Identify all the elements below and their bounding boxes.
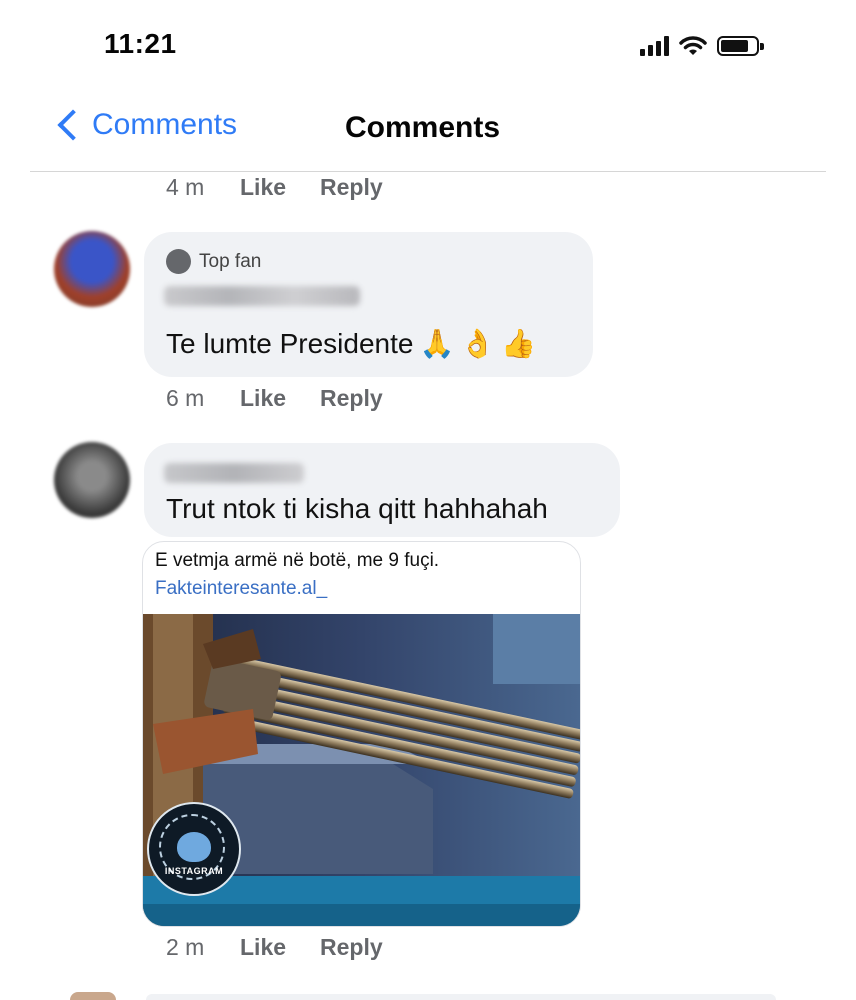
nav-divider xyxy=(30,171,826,172)
shared-image-card[interactable]: E vetmja armë në botë, me 9 fuçi. Faktei… xyxy=(142,541,581,927)
comment-meta: 2 m Like Reply xyxy=(166,934,383,961)
comment-text: Trut ntok ti kisha qitt hahhahah xyxy=(166,493,548,524)
top-fan-badge: Top fan xyxy=(166,249,261,274)
comment-meta: 6 m Like Reply xyxy=(166,385,383,412)
comment-text: Te lumte Presidente xyxy=(166,328,414,359)
status-icons xyxy=(640,32,764,60)
shared-source-link[interactable]: Fakteinteresante.al_ xyxy=(155,578,327,600)
comment-time: 6 m xyxy=(166,385,205,411)
comment-bubble xyxy=(146,994,776,1000)
page-title: Comments xyxy=(345,111,501,144)
commenter-name-blurred[interactable] xyxy=(164,463,304,483)
badge-icon xyxy=(166,249,191,274)
brain-icon xyxy=(177,832,211,862)
chevron-left-icon xyxy=(57,109,89,141)
folded-hands-emoji-icon: 🙏 xyxy=(419,328,455,359)
battery-icon xyxy=(717,36,764,56)
thumbs-up-emoji-icon: 👍 xyxy=(501,328,537,359)
comment-meta: 4 m Like Reply xyxy=(166,174,383,201)
like-button[interactable]: Like xyxy=(240,934,320,961)
status-time: 11:21 xyxy=(104,28,177,59)
like-button[interactable]: Like xyxy=(240,174,320,201)
watermark-text: INSTAGRAM xyxy=(164,866,224,876)
avatar[interactable] xyxy=(54,442,130,518)
shared-caption: E vetmja armë në botë, me 9 fuçi. xyxy=(155,550,440,571)
comment-bubble: Trut ntok ti kisha qitt hahhahah xyxy=(144,443,620,537)
comment-time: 2 m xyxy=(166,934,205,960)
cellular-signal-icon xyxy=(640,36,669,56)
back-button[interactable]: Comments xyxy=(52,108,237,142)
instagram-watermark-logo: INSTAGRAM xyxy=(147,802,241,896)
like-button[interactable]: Like xyxy=(240,385,320,412)
reply-button[interactable]: Reply xyxy=(320,934,383,961)
avatar[interactable] xyxy=(54,231,130,307)
wifi-icon xyxy=(679,36,707,55)
ok-hand-emoji-icon: 👌 xyxy=(460,328,496,359)
reply-button[interactable]: Reply xyxy=(320,385,383,412)
badge-label: Top fan xyxy=(199,250,262,272)
commenter-name-blurred[interactable] xyxy=(164,286,360,306)
comment-time: 4 m xyxy=(166,174,205,200)
reply-button[interactable]: Reply xyxy=(320,174,383,201)
back-button-label: Comments xyxy=(92,108,238,141)
comment-text-row: Te lumte Presidente 🙏 👌 👍 xyxy=(166,327,536,360)
comment-bubble: Top fan Te lumte Presidente 🙏 👌 👍 xyxy=(144,232,593,377)
avatar[interactable] xyxy=(70,992,116,1000)
